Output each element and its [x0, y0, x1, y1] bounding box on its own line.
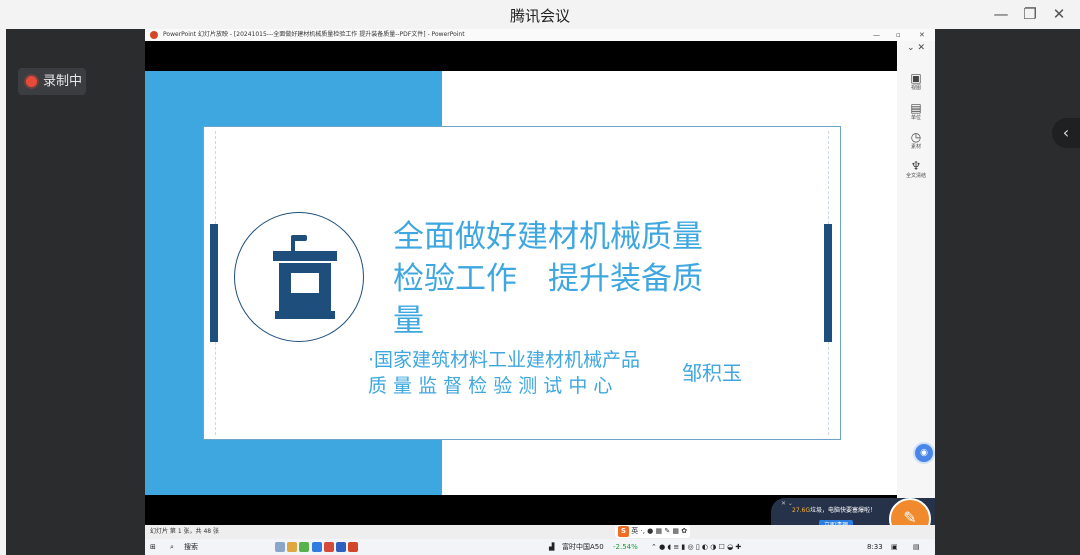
stock-change: -2.54% [613, 543, 638, 551]
ime-toolbar[interactable]: S 英 ·, ● ▦ ✎ ▦ ✿ [615, 525, 691, 538]
powerpoint-logo-icon [150, 31, 158, 39]
shared-screen: PowerPoint 幻灯片放映 - [20241015---全面做好建材机械质… [145, 29, 935, 555]
chevron-left-icon: ‹ [1062, 123, 1070, 142]
recording-badge[interactable]: 录制中 [18, 68, 86, 95]
slide-title: 全面做好建材机械质量检验工作 提升装备质量 [393, 219, 703, 339]
left-accent-bar [210, 224, 218, 342]
stock-chart-icon: ▟ [549, 543, 555, 551]
record-icon [26, 76, 37, 87]
assistant-bubble-button[interactable]: ◉ [913, 442, 935, 464]
panel-close-icon[interactable]: ✕ [917, 43, 925, 53]
windows-start-icon[interactable]: ⊞ [150, 539, 156, 555]
ppt-close-button[interactable]: ✕ [919, 29, 925, 41]
panel-item-clean[interactable]: ♆ 全文清结 [897, 159, 935, 180]
slide-organization: ·国家建筑材料工业建材机械产品 质 量 监 督 检 验 测 试 中 心 [368, 347, 640, 399]
ppt-window-title: PowerPoint 幻灯片放映 - [20241015---全面做好建材机械质… [163, 31, 465, 38]
slideshow-area: 全面做好建材机械质量检验工作 提升装备质量 ·国家建筑材料工业建材机械产品 质 … [145, 41, 897, 525]
clock-icon: ◷ [910, 130, 922, 144]
right-accent-bar [824, 224, 832, 342]
sogou-ime-icon: S [618, 526, 629, 537]
notification-text: 27.6G垃圾，电脑快要塞爆啦！ [792, 507, 877, 514]
stock-name[interactable]: 富时中国A50 [562, 539, 604, 555]
podium-icon [273, 235, 337, 319]
window-icon: ▤ [910, 101, 922, 115]
panel-item-view[interactable]: ▣ 视图 [897, 71, 935, 92]
chat-bubble-icon: ◉ [920, 448, 928, 458]
slide-card: 全面做好建材机械质量检验工作 提升装备质量 ·国家建筑材料工业建材机械产品 质 … [203, 126, 841, 440]
org-line-2: 质 量 监 督 检 验 测 试 中 心 [368, 375, 613, 397]
recording-label: 录制中 [43, 74, 83, 89]
tray-icons[interactable]: ⌃ ● ◖ ≡ ▮ ◎ ▯ ◐ ◑ ☐ ◒ ✚ [651, 539, 741, 555]
slide-author: 邹积玉 [682, 361, 742, 385]
minimize-button[interactable]: — [991, 4, 1011, 24]
windows-taskbar: ⊞ ⌕ 搜索 ▟ 富时中国A50 -2.54% ⌃ ● ◖ ≡ ▮ ◎ ▯ ◐ … [145, 539, 935, 555]
taskbar-search-label[interactable]: 搜索 [184, 539, 198, 555]
restore-button[interactable]: ❐ [1020, 4, 1040, 24]
panel-header: ⌄ ✕ [897, 43, 935, 53]
notification-center-icon[interactable]: ▤ [913, 539, 920, 555]
ppt-minimize-button[interactable]: — [873, 29, 880, 41]
clock-time[interactable]: 8:33 [867, 539, 883, 555]
panel-item-material[interactable]: ◷ 素材 [897, 130, 935, 151]
app-title: 腾讯会议 [509, 7, 570, 25]
ppt-statusbar: 幻灯片 第 1 张，共 48 张 [145, 525, 935, 539]
ime-language[interactable]: 英 [631, 527, 638, 535]
slide[interactable]: 全面做好建材机械质量检验工作 提升装备质量 ·国家建筑材料工业建材机械产品 质 … [145, 71, 897, 495]
org-line-1: ·国家建筑材料工业建材机械产品 [368, 349, 641, 371]
ppt-titlebar: PowerPoint 幻灯片放映 - [20241015---全面做好建材机械质… [145, 29, 935, 41]
close-button[interactable]: ✕ [1049, 4, 1069, 24]
podium-circle [234, 212, 364, 342]
broom-icon: ♆ [910, 159, 922, 173]
app-titlebar: 腾讯会议 — ❐ ✕ [0, 0, 1080, 29]
taskbar-app-icons[interactable] [275, 539, 359, 555]
taskbar-search-icon[interactable]: ⌕ [170, 539, 174, 555]
show-desktop-icon[interactable]: ▣ [891, 539, 898, 555]
ime-tools-icon[interactable]: ·, ● ▦ ✎ ▦ ✿ [640, 527, 687, 535]
panel-item-unit[interactable]: ▤ 单位 [897, 101, 935, 122]
slide-counter: 幻灯片 第 1 张，共 48 张 [150, 528, 219, 535]
collapse-arrow-button[interactable]: ‹ [1052, 118, 1080, 148]
screen-icon: ▣ [910, 71, 922, 85]
chevron-down-icon[interactable]: ⌄ [907, 43, 915, 53]
ppt-restore-button[interactable]: ▫ [896, 29, 901, 41]
